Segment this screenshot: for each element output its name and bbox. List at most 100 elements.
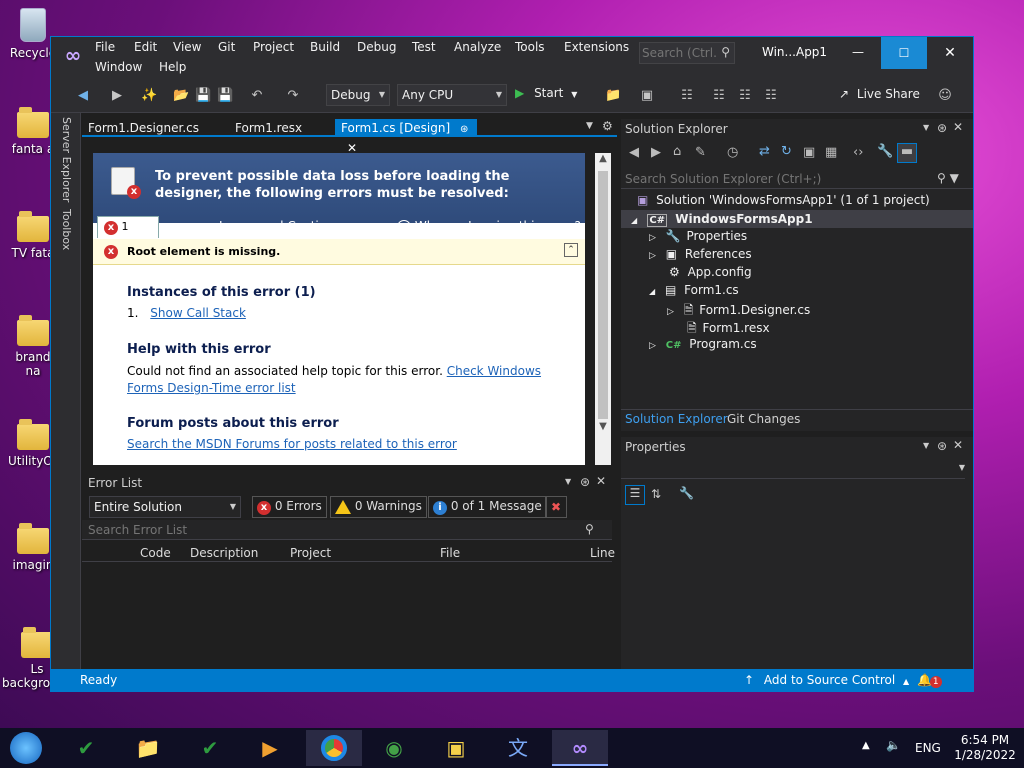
- tab-git-changes[interactable]: Git Changes: [727, 412, 800, 426]
- errors-filter-button[interactable]: x 0 Errors: [252, 496, 327, 518]
- tree-project[interactable]: ◢ C# WindowsFormsApp1: [621, 210, 973, 228]
- pin-icon[interactable]: ⊛: [937, 439, 947, 453]
- taskbar-app-visual-studio[interactable]: ∞: [552, 730, 608, 766]
- taskbar-app-chrome[interactable]: [306, 730, 362, 766]
- messages-filter-button[interactable]: i 0 of 1 Message: [428, 496, 547, 518]
- forum-link[interactable]: Search the MSDN Forums for posts related…: [127, 437, 457, 451]
- taskbar-app-ca-bank[interactable]: ✔: [188, 730, 232, 766]
- pin-icon[interactable]: ⊛: [460, 124, 468, 135]
- ignore-and-continue-link[interactable]: Ignore and Continue: [219, 219, 341, 233]
- taskbar-app-media-player[interactable]: ▶: [248, 730, 292, 766]
- show-call-stack-link[interactable]: Show Call Stack: [150, 306, 246, 320]
- categorized-icon[interactable]: ☰: [625, 485, 645, 505]
- refresh-icon[interactable]: ↻: [781, 144, 792, 159]
- taskbar-app-file-explorer[interactable]: 📁: [126, 730, 170, 766]
- feedback-icon[interactable]: ☺: [937, 88, 953, 104]
- tab-overflow-icon[interactable]: ▼: [586, 121, 593, 131]
- menu-window[interactable]: Window: [95, 60, 142, 74]
- gear-icon[interactable]: ⚙: [602, 119, 613, 133]
- scroll-up-icon[interactable]: ▲: [595, 153, 611, 169]
- live-share-button[interactable]: ↗ Live Share: [839, 87, 920, 101]
- error-count-tab[interactable]: x 1 Error: [97, 216, 159, 253]
- menu-tools[interactable]: Tools: [515, 40, 545, 54]
- object-selector[interactable]: ▼: [621, 459, 965, 479]
- menu-view[interactable]: View: [173, 40, 201, 54]
- redo-icon[interactable]: ↷: [285, 88, 301, 104]
- collapse-icon[interactable]: ⌃: [564, 243, 578, 257]
- why-seeing-link[interactable]: Why am I seeing this page?: [415, 219, 581, 233]
- wrench-icon[interactable]: 🔧: [877, 144, 893, 159]
- align-icon[interactable]: ☷: [679, 88, 695, 104]
- back-icon[interactable]: ◀: [75, 88, 91, 104]
- close-icon[interactable]: ✕: [953, 120, 963, 134]
- server-explorer-tab[interactable]: Server Explorer: [60, 117, 73, 202]
- menu-help[interactable]: Help: [159, 60, 186, 74]
- tab-form1-design[interactable]: Form1.cs [Design] ⊛ ✕: [335, 119, 477, 155]
- configuration-select[interactable]: Debug ▼: [326, 84, 390, 106]
- volume-icon[interactable]: 🔈: [886, 738, 901, 752]
- maximize-button[interactable]: ☐: [881, 37, 927, 69]
- warnings-filter-button[interactable]: 0 Warnings: [330, 496, 427, 518]
- add-to-source-control-button[interactable]: ↑ Add to Source Control ▲: [744, 669, 909, 693]
- scroll-thumb[interactable]: [598, 171, 608, 419]
- switch-views-icon[interactable]: ✎: [695, 145, 706, 160]
- clear-filter-icon[interactable]: ✖: [545, 496, 567, 518]
- tab-form1-designer-cs[interactable]: Form1.Designer.cs: [82, 119, 205, 137]
- tree-solution[interactable]: ▣ Solution 'WindowsFormsApp1' (1 of 1 pr…: [637, 193, 930, 207]
- scroll-down-icon[interactable]: ▼: [595, 421, 611, 437]
- tree-item-form1-cs[interactable]: ◢ ▤ Form1.cs: [649, 283, 739, 297]
- platform-select[interactable]: Any CPU ▼: [397, 84, 507, 106]
- panel-menu-icon[interactable]: ▼: [565, 477, 571, 486]
- notifications-button[interactable]: 🔔 1: [917, 669, 942, 691]
- menu-project[interactable]: Project: [253, 40, 294, 54]
- panel-menu-icon[interactable]: ▼: [923, 123, 929, 132]
- close-icon[interactable]: ✕: [953, 438, 963, 452]
- menu-debug[interactable]: Debug: [357, 40, 396, 54]
- close-button[interactable]: ✕: [927, 37, 973, 69]
- pending-changes-icon[interactable]: ◷: [727, 145, 738, 160]
- tree-item-app-config[interactable]: ⚙ App.config: [669, 265, 752, 279]
- new-item-icon[interactable]: ✨: [141, 88, 157, 104]
- align-icon[interactable]: ☷: [711, 88, 727, 104]
- clock[interactable]: 6:54 PM 1/28/2022: [952, 733, 1018, 763]
- open-folder-icon[interactable]: 📂: [173, 88, 189, 104]
- menu-file[interactable]: File: [95, 40, 115, 54]
- preview-icon[interactable]: ▬: [897, 143, 917, 163]
- browser-icon[interactable]: 📁: [605, 88, 621, 104]
- undo-icon[interactable]: ↶: [249, 88, 265, 104]
- toolbox-tab[interactable]: Toolbox: [60, 209, 73, 250]
- back-icon[interactable]: ◀: [629, 145, 639, 160]
- column-project[interactable]: Project: [290, 546, 331, 560]
- search-input[interactable]: [642, 45, 716, 61]
- column-line[interactable]: Line: [590, 546, 615, 560]
- column-description[interactable]: Description: [190, 546, 258, 560]
- taskbar-app-maps[interactable]: ◉: [372, 730, 416, 766]
- scope-select[interactable]: Entire Solution ▼: [89, 496, 241, 518]
- menu-test[interactable]: Test: [412, 40, 436, 54]
- designer-scrollbar[interactable]: ▲ ▼: [595, 153, 611, 465]
- menu-build[interactable]: Build: [310, 40, 340, 54]
- close-icon[interactable]: ✕: [596, 474, 606, 488]
- taskbar-app-ca-bank[interactable]: ✔: [64, 730, 108, 766]
- menu-edit[interactable]: Edit: [134, 40, 157, 54]
- taskbar-app-translator[interactable]: 文: [496, 730, 540, 766]
- sync-icon[interactable]: ⇄: [759, 144, 770, 159]
- forward-icon[interactable]: ▶: [651, 145, 661, 160]
- taskbar-app-sticky-notes[interactable]: ▣: [434, 730, 478, 766]
- tree-item-references[interactable]: ▷ ▣ References: [649, 247, 752, 261]
- menu-git[interactable]: Git: [218, 40, 235, 54]
- collapse-all-icon[interactable]: ▣: [803, 145, 815, 160]
- home-icon[interactable]: ⌂: [673, 144, 681, 159]
- tree-item-program-cs[interactable]: ▷ C# Program.cs: [649, 337, 757, 351]
- menu-analyze[interactable]: Analyze: [454, 40, 501, 54]
- forward-icon[interactable]: ▶: [109, 88, 125, 104]
- tree-item-properties[interactable]: ▷ 🔧 Properties: [649, 229, 747, 243]
- menu-extensions[interactable]: Extensions: [564, 40, 629, 54]
- save-all-icon[interactable]: 💾: [217, 88, 233, 104]
- error-list-search-input[interactable]: [82, 520, 612, 540]
- screenshot-icon[interactable]: ▣: [639, 88, 655, 104]
- property-pages-icon[interactable]: 🔧: [679, 486, 694, 500]
- column-code[interactable]: Code: [140, 546, 171, 560]
- start-button[interactable]: ▶ Start ▼: [515, 86, 577, 106]
- tab-solution-explorer[interactable]: Solution Explorer: [625, 412, 728, 426]
